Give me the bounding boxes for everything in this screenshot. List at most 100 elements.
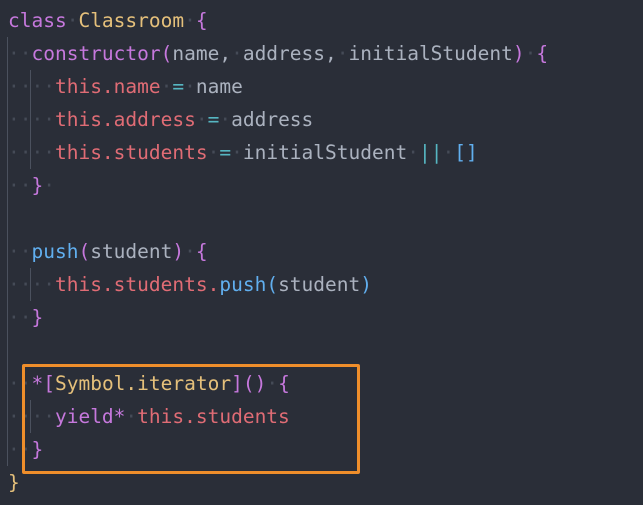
code-block[interactable]: class·Classroom·{··constructor(name,·add… (0, 0, 643, 499)
code-line-text: ··push(student)·{ (8, 240, 208, 263)
code-token-ws: ·· (8, 75, 32, 98)
code-line[interactable]: ····this.address·=·address (0, 103, 643, 136)
code-token-kw: } (31, 174, 44, 197)
code-token-plain: name (195, 75, 243, 98)
indent-guides (0, 169, 643, 202)
code-line[interactable]: ··*[Symbol.iterator]()·{ (0, 367, 643, 400)
code-line-text: ····this.address·=·address (8, 108, 313, 131)
code-line[interactable]: ····yield*·this.students (0, 400, 643, 433)
code-token-prop: . (207, 273, 220, 296)
code-line[interactable]: ··}· (0, 169, 643, 202)
code-line[interactable]: ····this.students.push(student) (0, 268, 643, 301)
code-token-prop: this.students (54, 141, 208, 164)
code-token-ws: · (184, 9, 196, 32)
code-token-kw: yield* (54, 405, 126, 428)
code-line[interactable]: class·Classroom·{ (0, 4, 643, 37)
code-token-kw: } (31, 306, 44, 329)
code-line[interactable] (0, 334, 643, 367)
indent-guide-line (7, 334, 8, 367)
code-token-ws: · (407, 141, 419, 164)
code-token-ws: · (43, 174, 55, 197)
code-token-ws: ·· (31, 405, 55, 428)
code-line-text: ····this.name·=·name (8, 75, 243, 98)
code-token-ws: ·· (31, 108, 55, 131)
code-token-ws: · (336, 42, 349, 65)
code-token-ws: ·· (8, 306, 32, 329)
code-line[interactable]: ····this.name·=·name (0, 70, 643, 103)
code-token-plain: address (231, 108, 314, 131)
code-line-text: } (8, 471, 20, 494)
code-line-text: ··constructor(name,·address,·initialStud… (8, 42, 548, 65)
code-token-ws: · (195, 108, 208, 131)
code-token-ws: ·· (31, 75, 55, 98)
code-line[interactable]: ··constructor(name,·address,·initialStud… (0, 37, 643, 70)
code-line-text: ··}· (8, 174, 55, 197)
code-token-plain: initialStudent (242, 141, 408, 164)
code-editor-screenshot: class·Classroom·{··constructor(name,·add… (0, 0, 643, 505)
code-token-kw: { (195, 240, 208, 263)
code-token-op: = (172, 75, 185, 98)
indent-guides (0, 202, 643, 235)
code-token-prop: this.address (54, 108, 196, 131)
code-token-kw: () (242, 372, 267, 395)
code-token-ws: · (231, 42, 243, 65)
code-token-brk: [] (454, 141, 478, 164)
code-token-kw: ) (512, 42, 525, 65)
code-token-ws: ·· (8, 174, 32, 197)
code-line[interactable]: ····this.students·=·initialStudent·||·[] (0, 136, 643, 169)
code-token-ws: · (219, 108, 232, 131)
indent-guides (0, 466, 643, 499)
indent-guide-line (7, 202, 8, 235)
code-token-ws: ·· (8, 438, 32, 461)
code-token-fn: push (219, 273, 267, 296)
code-token-kw: ) (172, 240, 185, 263)
code-token-plain: address, (242, 42, 337, 65)
code-token-prop: this.students (137, 405, 290, 428)
code-token-ws: ·· (8, 141, 32, 164)
code-line[interactable]: ··} (0, 301, 643, 334)
code-line[interactable]: ··} (0, 433, 643, 466)
code-token-ws: ·· (31, 141, 55, 164)
code-token-brk: ( (266, 273, 279, 296)
code-token-ws: · (184, 240, 196, 263)
code-token-ws: ·· (8, 42, 32, 65)
indent-guides (0, 433, 643, 466)
code-line[interactable]: ··push(student)·{ (0, 235, 643, 268)
code-token-plain: name, (172, 42, 232, 65)
code-token-prop: this.name (54, 75, 161, 98)
code-token-brk: ) (360, 273, 372, 296)
code-token-kw: ( (78, 240, 91, 263)
code-token-kw: * (31, 372, 44, 395)
code-token-kw: { (195, 9, 208, 32)
code-token-ws: · (207, 141, 220, 164)
indent-guides (0, 334, 643, 367)
code-line-text: class·Classroom·{ (8, 9, 208, 32)
code-token-plain: initialStudent (348, 42, 513, 65)
code-token-kw: ] (231, 372, 243, 395)
code-token-ws: ·· (8, 405, 32, 428)
code-line-text: ····this.students.push(student) (8, 273, 372, 296)
code-token-ws: · (160, 75, 173, 98)
code-line[interactable] (0, 202, 643, 235)
code-token-kw: class (8, 9, 67, 32)
code-token-type: Classroom (78, 9, 185, 32)
code-token-plain: student (278, 273, 361, 296)
code-token-ws: · (184, 75, 196, 98)
code-token-match: } (8, 471, 20, 494)
code-token-kw: [ (43, 372, 55, 395)
code-token-op: || (418, 141, 443, 164)
code-token-ws: ·· (31, 273, 55, 296)
code-token-ws: · (266, 372, 279, 395)
code-token-op: = (207, 108, 220, 131)
code-token-op: = (219, 141, 232, 164)
code-token-ws: · (125, 405, 138, 428)
code-token-ws: · (442, 141, 455, 164)
code-line[interactable]: } (0, 466, 643, 499)
code-token-fn: push (31, 240, 79, 263)
code-token-ws: · (66, 9, 79, 32)
code-token-ws: · (524, 42, 537, 65)
code-token-ws: · (231, 141, 243, 164)
code-line-text: ····yield*·this.students (8, 405, 290, 428)
indent-guides (0, 301, 643, 334)
code-token-kw: ( (160, 42, 173, 65)
